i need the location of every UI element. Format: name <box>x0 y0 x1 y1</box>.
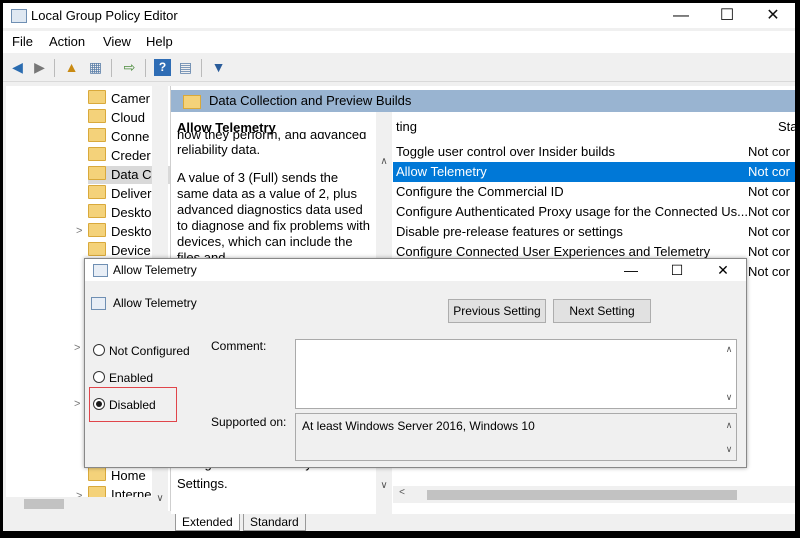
menu-action[interactable]: Action <box>49 34 85 49</box>
description-line: reliability data. <box>177 142 261 157</box>
dialog-title: Allow Telemetry <box>113 263 197 277</box>
folder-icon <box>88 185 106 199</box>
scroll-down-icon[interactable]: ∨ <box>152 493 168 507</box>
filter-icon[interactable]: ▼ <box>210 59 227 76</box>
previous-setting-button[interactable]: Previous Setting <box>448 299 546 323</box>
menu-help[interactable]: Help <box>146 34 173 49</box>
menu-file[interactable]: File <box>12 34 33 49</box>
column-header-setting[interactable]: ting <box>396 119 417 134</box>
highlight-box <box>89 387 177 422</box>
help-icon[interactable]: ? <box>154 59 171 76</box>
tab-extended[interactable]: Extended <box>175 514 240 531</box>
menu-bar: File Action View Help <box>3 31 795 53</box>
dialog-title-bar: Allow Telemetry — ☐ ✕ <box>85 259 746 281</box>
back-icon[interactable]: ◀ <box>9 59 26 76</box>
forward-icon[interactable]: ▶ <box>31 59 48 76</box>
dialog-maximize-button[interactable]: ☐ <box>654 259 700 281</box>
scroll-up-icon[interactable]: ∧ <box>723 343 735 355</box>
toolbar: ◀ ▶ ▲ ▦ ⇨ ? ▤ ▼ <box>3 55 795 82</box>
folder-icon <box>88 109 106 123</box>
folder-icon <box>88 204 106 218</box>
list-item[interactable]: Toggle user control over Insider builds N… <box>393 142 795 162</box>
folder-icon <box>88 242 106 256</box>
radio-circle[interactable] <box>93 371 105 383</box>
list-item[interactable]: Configure the Commercial ID Not cor <box>393 182 795 202</box>
scroll-left-icon[interactable]: < <box>395 487 409 501</box>
list-hscroll-thumb[interactable] <box>427 490 737 500</box>
scroll-down-icon[interactable]: ∨ <box>723 443 735 455</box>
list-item[interactable]: Disable pre-release features or settings… <box>393 222 795 242</box>
scroll-up-icon[interactable]: ∧ <box>376 156 392 168</box>
maximize-button[interactable]: ☐ <box>704 3 750 28</box>
folder-icon <box>88 467 106 481</box>
radio-circle[interactable] <box>93 344 105 356</box>
up-folder-icon[interactable]: ▲ <box>63 59 80 76</box>
list-item[interactable]: Configure Authenticated Proxy usage for … <box>393 202 795 222</box>
column-header-state[interactable]: Sta <box>778 119 795 134</box>
show-hide-tree-icon[interactable]: ▦ <box>87 59 104 76</box>
policy-dialog: Allow Telemetry — ☐ ✕ Allow Telemetry Pr… <box>84 258 747 468</box>
comment-label: Comment: <box>211 339 267 353</box>
app-icon <box>11 9 27 23</box>
folder-header-bar: Data Collection and Preview Builds <box>171 90 795 112</box>
folder-icon <box>88 128 106 142</box>
folder-icon <box>88 166 106 180</box>
expand-arrow-icon[interactable]: > <box>74 398 80 410</box>
supported-on-label: Supported on: <box>211 415 287 429</box>
policy-icon <box>93 264 108 277</box>
radio-enabled[interactable]: Enabled <box>93 371 153 385</box>
view-tabs: Extended Standard <box>171 514 795 531</box>
close-button[interactable]: ✕ <box>750 3 795 28</box>
minimize-button[interactable]: — <box>658 3 704 28</box>
supported-on-field: At least Windows Server 2016, Windows 10 <box>295 413 737 461</box>
folder-icon <box>88 223 106 237</box>
scroll-down-icon[interactable]: ∨ <box>376 480 392 492</box>
setting-icon <box>91 297 106 310</box>
comment-field[interactable] <box>295 339 737 409</box>
dialog-minimize-button[interactable]: — <box>608 259 654 281</box>
folder-icon <box>183 95 201 109</box>
folder-icon <box>88 147 106 161</box>
tree-hscroll-thumb[interactable] <box>24 499 64 509</box>
tab-standard[interactable]: Standard <box>243 514 306 531</box>
scroll-down-icon[interactable]: ∨ <box>723 391 735 403</box>
description-tail-line: Settings. <box>177 476 228 491</box>
list-item-selected[interactable]: Allow Telemetry Not cor <box>393 162 795 182</box>
dialog-close-button[interactable]: ✕ <box>700 259 746 281</box>
description-paragraph: A value of 3 (Full) sends the same data … <box>177 170 370 264</box>
expand-arrow-icon[interactable]: > <box>74 342 80 354</box>
description-partial-line: how they perform, and advanced <box>177 132 367 141</box>
radio-not-configured[interactable]: Not Configured <box>93 344 190 358</box>
properties-icon[interactable]: ▤ <box>177 59 194 76</box>
folder-header-title: Data Collection and Preview Builds <box>209 93 412 108</box>
title-bar: Local Group Policy Editor — ☐ ✕ <box>3 3 795 28</box>
export-list-icon[interactable]: ⇨ <box>121 59 138 76</box>
menu-view[interactable]: View <box>103 34 131 49</box>
setting-name: Allow Telemetry <box>113 296 197 310</box>
window-title: Local Group Policy Editor <box>31 8 178 23</box>
folder-icon <box>88 90 106 104</box>
supported-on-value: At least Windows Server 2016, Windows 10 <box>302 419 535 433</box>
expand-arrow-icon[interactable]: > <box>76 225 82 237</box>
scroll-up-icon[interactable]: ∧ <box>723 419 735 431</box>
next-setting-button[interactable]: Next Setting <box>553 299 651 323</box>
